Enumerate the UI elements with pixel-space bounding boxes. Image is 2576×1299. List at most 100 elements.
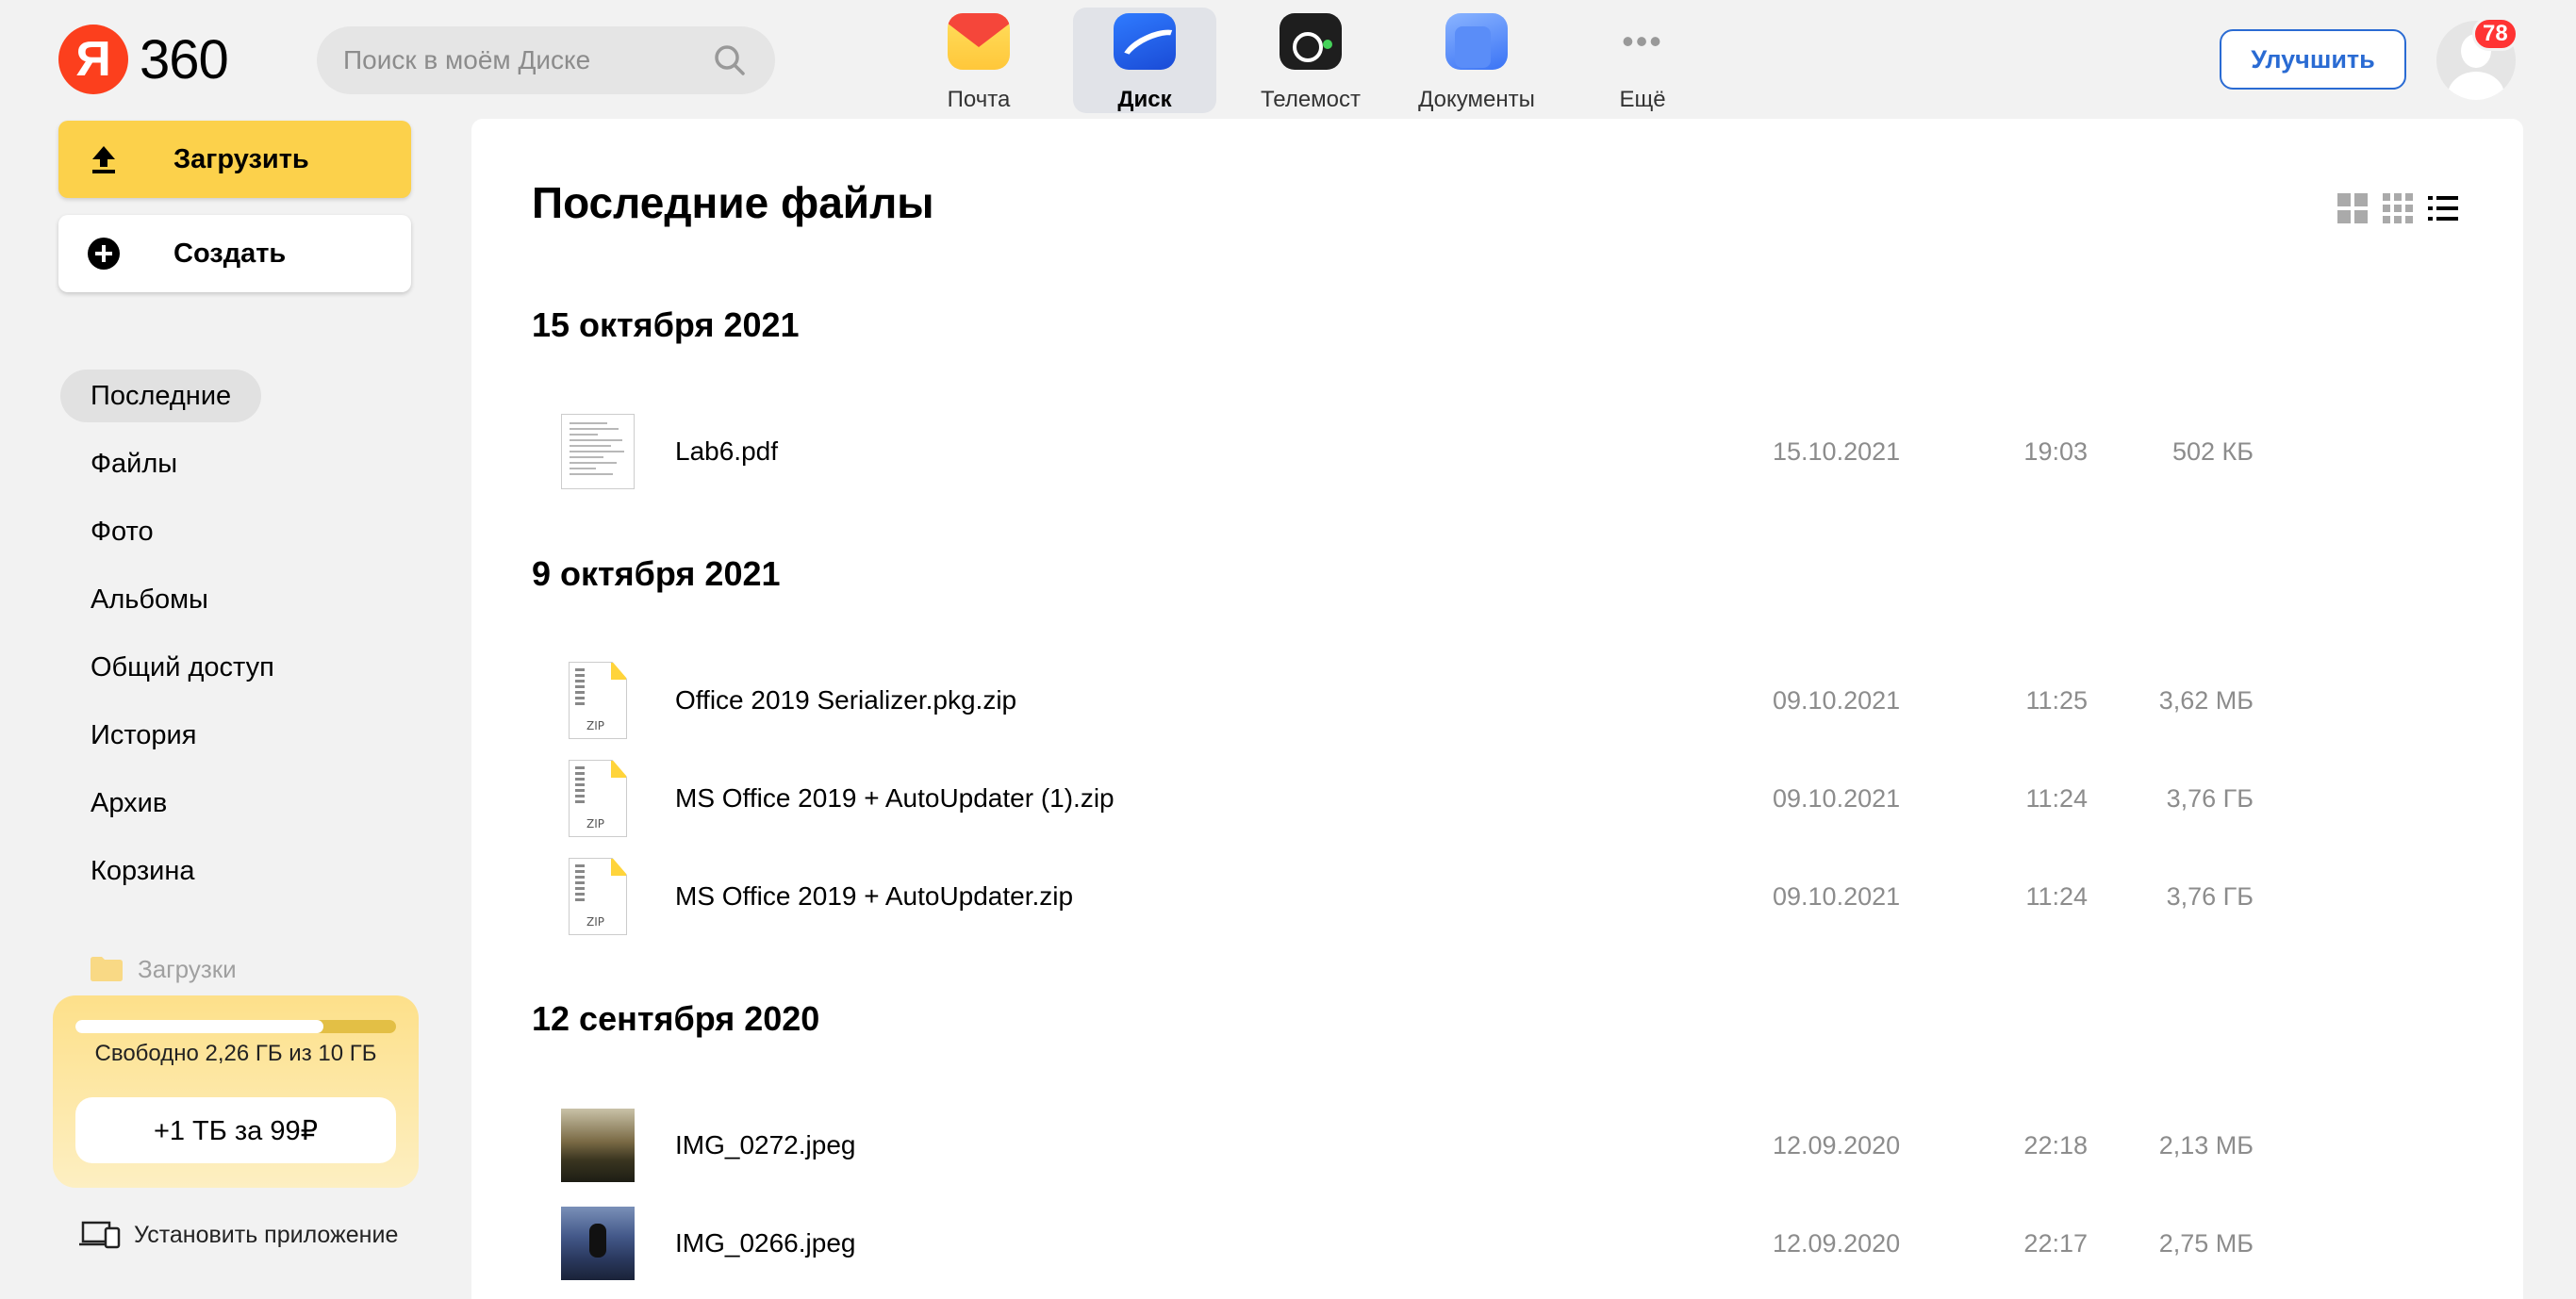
disk-icon	[1114, 13, 1176, 70]
search-box[interactable]	[317, 26, 775, 94]
sidebar-nav: Последние Файлы Фото Альбомы Общий досту…	[60, 370, 305, 913]
app-label: Диск	[1117, 87, 1172, 112]
file-thumbnail	[560, 1204, 636, 1283]
file-size: 2,13 МБ	[2158, 1130, 2254, 1159]
app-documents[interactable]: Документы	[1405, 8, 1548, 113]
file-name: IMG_0266.jpeg	[675, 1228, 856, 1258]
date-group-title: 9 октября 2021	[532, 554, 781, 593]
zip-file-icon: ZIP	[569, 858, 627, 935]
upload-button[interactable]: Загрузить	[58, 121, 411, 198]
pdf-file-icon	[561, 414, 635, 489]
sidebar-item-archive[interactable]: Архив	[60, 777, 305, 830]
file-row[interactable]: ZIP Office 2019 Serializer.pkg.zip 09.10…	[532, 654, 2304, 747]
sidebar-item-shared[interactable]: Общий доступ	[60, 641, 305, 694]
install-label: Установить приложение	[134, 1221, 399, 1248]
file-row[interactable]: IMG_0266.jpeg 12.09.2020 22:17 2,75 МБ	[532, 1197, 2304, 1290]
search-icon[interactable]	[711, 41, 749, 79]
mail-icon	[948, 13, 1010, 70]
storage-bar	[75, 1020, 396, 1033]
plus-circle-icon	[88, 238, 120, 270]
app-mail[interactable]: Почта	[907, 8, 1050, 113]
file-thumbnail	[560, 412, 636, 491]
file-thumbnail	[560, 1106, 636, 1185]
file-date: 09.10.2021	[1773, 685, 1901, 715]
app-disk[interactable]: Диск	[1073, 8, 1216, 113]
image-thumbnail	[561, 1207, 635, 1280]
file-time: 19:03	[2023, 436, 2088, 466]
file-name: IMG_0272.jpeg	[675, 1130, 856, 1159]
sidebar-item-trash[interactable]: Корзина	[60, 845, 305, 897]
buy-storage-button[interactable]: +1 ТБ за 99₽	[75, 1097, 396, 1163]
file-date: 12.09.2020	[1773, 1130, 1901, 1159]
date-group-title: 15 октября 2021	[532, 305, 800, 344]
main-panel: Последние файлы 15 октября 2021 Lab6.pdf…	[471, 119, 2523, 1299]
list-icon[interactable]	[2427, 192, 2459, 224]
file-date: 15.10.2021	[1773, 436, 1901, 466]
file-size: 3,76 ГБ	[2166, 783, 2254, 813]
file-size: 2,75 МБ	[2158, 1228, 2254, 1258]
telemost-icon	[1280, 13, 1342, 70]
zip-file-icon: ZIP	[569, 760, 627, 837]
file-name: MS Office 2019 + AutoUpdater (1).zip	[675, 783, 1115, 813]
install-app-link[interactable]: Установить приложение	[79, 1216, 398, 1254]
create-label: Создать	[173, 238, 287, 269]
upgrade-button[interactable]: Улучшить	[2220, 29, 2406, 90]
documents-icon	[1445, 13, 1508, 70]
sidebar-item-albums[interactable]: Альбомы	[60, 573, 305, 626]
file-name: MS Office 2019 + AutoUpdater.zip	[675, 881, 1074, 911]
file-date: 09.10.2021	[1773, 783, 1901, 813]
file-row[interactable]: ZIP MS Office 2019 + AutoUpdater.zip 09.…	[532, 850, 2304, 943]
date-group-title: 12 сентября 2020	[532, 999, 820, 1038]
apps-switcher: Почта Диск Телемост Документы ••• Ещё	[907, 8, 1737, 115]
app-telemost[interactable]: Телемост	[1239, 8, 1382, 113]
file-row[interactable]: Lab6.pdf 15.10.2021 19:03 502 КБ	[532, 405, 2304, 498]
folder-label: Загрузки	[138, 954, 237, 983]
app-label: Ещё	[1619, 87, 1666, 112]
file-row[interactable]: IMG_0272.jpeg 12.09.2020 22:18 2,13 МБ	[532, 1099, 2304, 1192]
yandex-360-logo[interactable]: Я 360	[58, 25, 229, 94]
sidebar-item-recent[interactable]: Последние	[60, 370, 262, 422]
notifications-badge[interactable]: 78	[2472, 17, 2518, 51]
large-tiles-icon[interactable]	[2337, 192, 2369, 224]
yandex-logo-mark: Я	[58, 25, 128, 94]
search-input[interactable]	[343, 45, 711, 75]
file-time: 22:18	[2023, 1130, 2088, 1159]
upload-label: Загрузить	[173, 143, 309, 174]
file-date: 12.09.2020	[1773, 1228, 1901, 1258]
file-row[interactable]: ZIP MS Office 2019 + AutoUpdater (1).zip…	[532, 752, 2304, 845]
file-size: 502 КБ	[2172, 436, 2254, 466]
file-name: Office 2019 Serializer.pkg.zip	[675, 685, 1017, 715]
file-time: 22:17	[2023, 1228, 2088, 1258]
file-thumbnail: ZIP	[560, 661, 636, 740]
file-size: 3,76 ГБ	[2166, 881, 2254, 911]
file-thumbnail: ZIP	[560, 857, 636, 936]
sidebar-item-files[interactable]: Файлы	[60, 437, 305, 490]
upload-icon	[92, 146, 115, 173]
storage-text: Свободно 2,26 ГБ из 10 ГБ	[94, 1041, 377, 1066]
file-thumbnail: ZIP	[560, 759, 636, 838]
app-label: Почта	[947, 87, 1011, 112]
logo-360-text: 360	[140, 28, 229, 90]
app-label: Телемост	[1260, 87, 1362, 112]
file-name: Lab6.pdf	[675, 436, 778, 466]
sidebar-item-photo[interactable]: Фото	[60, 505, 305, 558]
folder-icon	[91, 957, 123, 981]
devices-icon	[79, 1221, 121, 1249]
file-date: 09.10.2021	[1773, 881, 1901, 911]
create-button[interactable]: Создать	[58, 215, 411, 292]
zip-file-icon: ZIP	[569, 662, 627, 739]
app-label: Документы	[1418, 87, 1535, 112]
file-time: 11:24	[2025, 881, 2088, 911]
more-icon: •••	[1622, 22, 1663, 60]
sidebar-item-history[interactable]: История	[60, 709, 305, 762]
view-switch	[2323, 192, 2459, 224]
storage-bar-fill	[75, 1020, 324, 1033]
app-more[interactable]: ••• Ещё	[1571, 8, 1714, 113]
sidebar-folder-downloads[interactable]: Загрузки	[91, 950, 237, 988]
file-size: 3,62 МБ	[2158, 685, 2254, 715]
image-thumbnail	[561, 1109, 635, 1182]
file-time: 11:25	[2025, 685, 2088, 715]
small-tiles-icon[interactable]	[2382, 192, 2414, 224]
page-title: Последние файлы	[532, 178, 934, 227]
file-time: 11:24	[2025, 783, 2088, 813]
